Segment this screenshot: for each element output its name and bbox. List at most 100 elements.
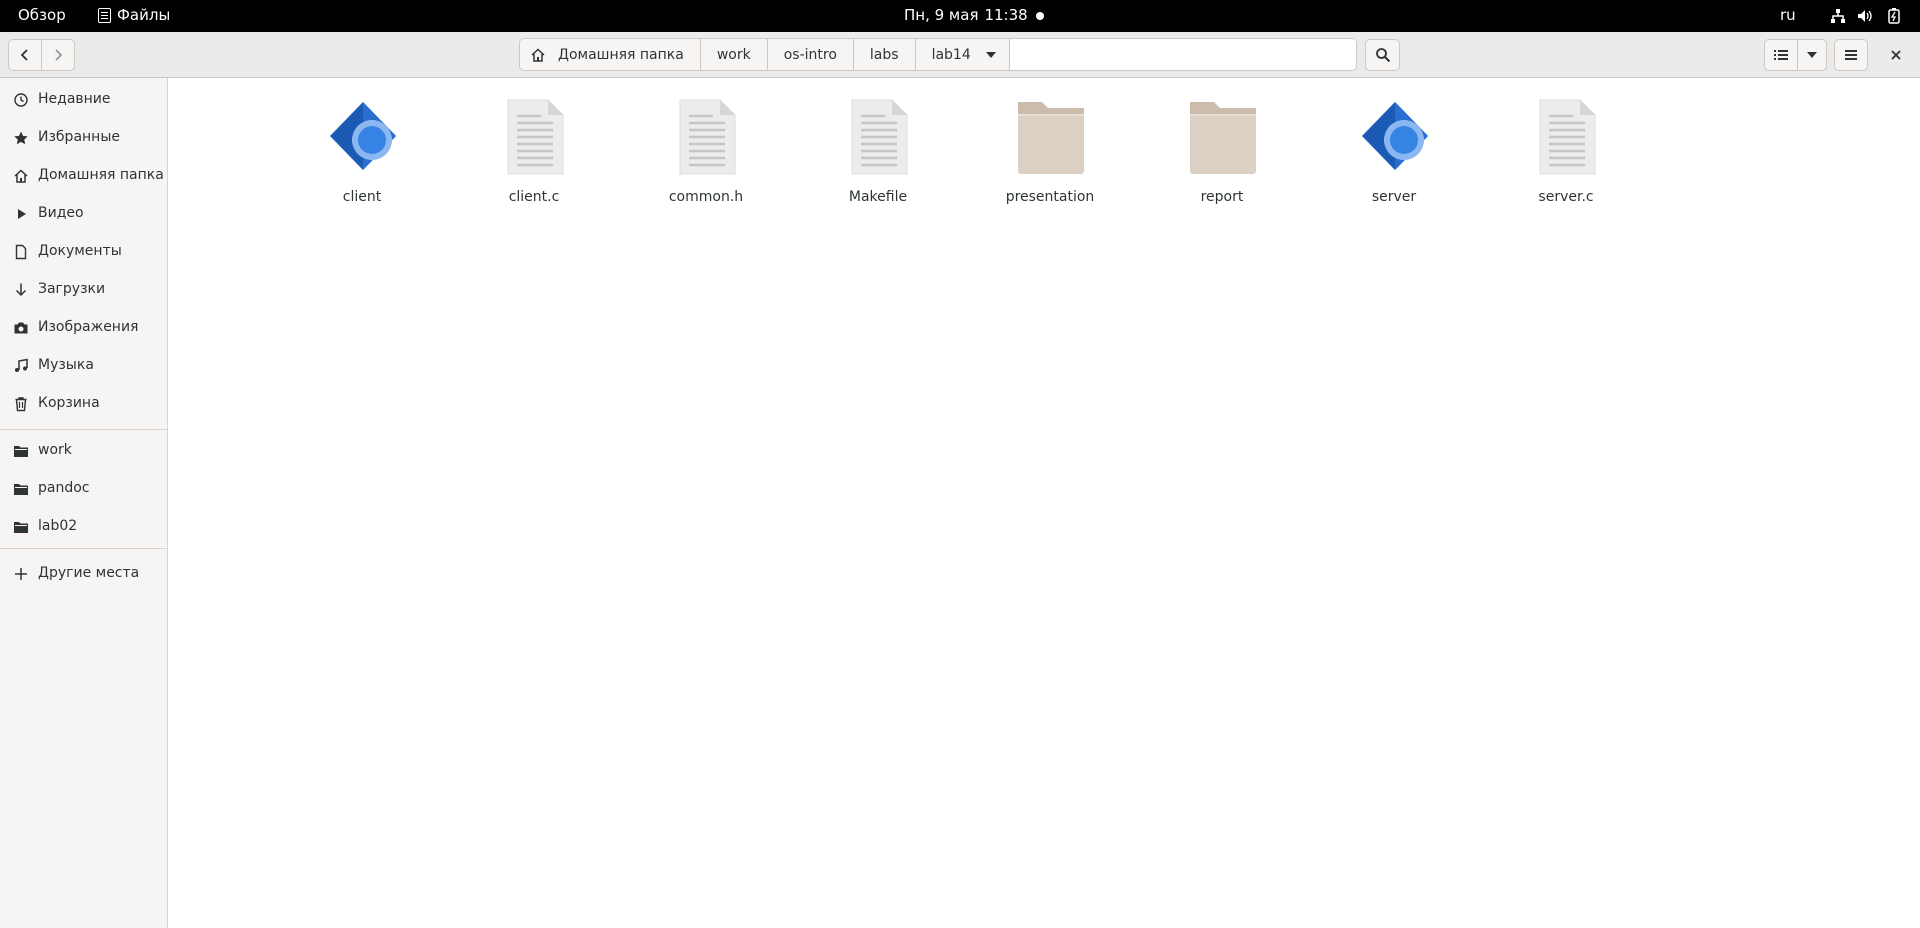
sidebar-item-label: Музыка bbox=[38, 357, 94, 373]
file-item-report[interactable]: report bbox=[1152, 96, 1292, 205]
folder-icon bbox=[13, 519, 29, 535]
sidebar-item-home[interactable]: Домашняя папка bbox=[0, 161, 168, 191]
folder-icon bbox=[1190, 102, 1256, 174]
sidebar-item-label: Другие места bbox=[38, 565, 140, 581]
path-segment-labs[interactable]: labs bbox=[853, 39, 916, 70]
volume-icon[interactable] bbox=[1857, 8, 1873, 28]
sidebar-item-trash[interactable]: Корзина bbox=[0, 389, 168, 419]
battery-icon[interactable] bbox=[1888, 8, 1900, 28]
sidebar-item-downloads[interactable]: Загрузки bbox=[0, 275, 168, 305]
sidebar-item-starred[interactable]: Избранные bbox=[0, 123, 168, 153]
folder-icon bbox=[13, 481, 29, 497]
path-segment-work[interactable]: work bbox=[700, 39, 768, 70]
clock-time: 11:38 bbox=[984, 6, 1028, 24]
file-grid[interactable]: client client.c common.h Makefile presen… bbox=[169, 78, 1920, 928]
files-app-icon bbox=[98, 7, 111, 23]
search-icon bbox=[1375, 48, 1390, 63]
path-bar-empty-area[interactable] bbox=[1009, 39, 1356, 70]
hamburger-icon bbox=[1845, 50, 1857, 60]
sidebar-bookmark-work[interactable]: work bbox=[0, 436, 168, 466]
sidebar-item-label: Корзина bbox=[38, 395, 100, 411]
file-item-server[interactable]: server bbox=[1324, 96, 1464, 205]
dropdown-arrow-icon bbox=[985, 51, 996, 58]
back-button[interactable] bbox=[8, 39, 42, 71]
file-item-server-c[interactable]: server.c bbox=[1496, 96, 1636, 205]
dropdown-arrow-icon bbox=[1807, 52, 1817, 58]
clock-icon bbox=[13, 92, 29, 108]
file-item-common-h[interactable]: common.h bbox=[636, 96, 776, 205]
sidebar-item-pictures[interactable]: Изображения bbox=[0, 313, 168, 343]
executable-icon bbox=[1362, 102, 1428, 170]
chevron-right-icon bbox=[55, 49, 63, 61]
sidebar-item-label: Домашняя папка bbox=[38, 167, 164, 183]
text-file-icon bbox=[851, 99, 908, 175]
sidebar-item-documents[interactable]: Документы bbox=[0, 237, 168, 267]
close-icon bbox=[1891, 50, 1901, 60]
sidebar-separator bbox=[0, 548, 168, 549]
camera-icon bbox=[13, 320, 29, 336]
home-icon bbox=[531, 47, 545, 62]
file-name: server bbox=[1371, 189, 1417, 205]
sidebar: Недавние Избранные Домашняя папка Видео … bbox=[0, 78, 168, 928]
text-file-icon bbox=[679, 99, 736, 175]
file-item-client-c[interactable]: client.c bbox=[464, 96, 604, 205]
home-icon bbox=[13, 168, 29, 184]
sidebar-bookmark-lab02[interactable]: lab02 bbox=[0, 512, 168, 542]
search-button[interactable] bbox=[1365, 39, 1400, 71]
sidebar-item-recent[interactable]: Недавние bbox=[0, 85, 168, 115]
sidebar-item-label: work bbox=[38, 442, 72, 458]
sidebar-item-label: Видео bbox=[38, 205, 84, 221]
file-name: common.h bbox=[668, 189, 744, 205]
main-menu-button[interactable] bbox=[1834, 39, 1868, 71]
file-name: server.c bbox=[1538, 189, 1594, 205]
download-icon bbox=[13, 282, 29, 298]
activities-button[interactable]: Обзор bbox=[18, 6, 66, 24]
path-bar: Домашняя папка work os-intro labs lab14 bbox=[519, 38, 1357, 71]
view-toggle-button[interactable] bbox=[1764, 39, 1798, 71]
clock-date: Пн, 9 мая bbox=[904, 6, 979, 24]
file-name: client.c bbox=[508, 189, 560, 205]
header-bar: Домашняя папка work os-intro labs lab14 bbox=[0, 32, 1920, 78]
path-segment-label: lab14 bbox=[931, 46, 971, 63]
sidebar-bookmark-pandoc[interactable]: pandoc bbox=[0, 474, 168, 504]
video-icon bbox=[13, 206, 29, 222]
file-item-client[interactable]: client bbox=[292, 96, 432, 205]
network-icon[interactable] bbox=[1830, 8, 1846, 28]
chevron-left-icon bbox=[20, 49, 28, 61]
app-menu[interactable]: Файлы bbox=[98, 6, 170, 24]
path-home[interactable]: Домашняя папка bbox=[520, 39, 701, 70]
file-item-presentation[interactable]: presentation bbox=[980, 96, 1120, 205]
sidebar-item-label: Изображения bbox=[38, 319, 139, 335]
sidebar-item-label: lab02 bbox=[38, 518, 78, 534]
app-name: Файлы bbox=[117, 6, 171, 24]
view-options-button[interactable] bbox=[1797, 39, 1827, 71]
sidebar-item-label: Избранные bbox=[38, 129, 120, 145]
text-file-icon bbox=[507, 99, 564, 175]
sidebar-item-other-locations[interactable]: Другие места bbox=[0, 559, 168, 589]
plus-icon bbox=[13, 566, 29, 582]
folder-icon bbox=[13, 443, 29, 459]
keyboard-layout[interactable]: ru bbox=[1780, 6, 1796, 24]
top-bar: Обзор Файлы Пн, 9 мая 11:38 ru bbox=[0, 0, 1920, 32]
folder-icon bbox=[1018, 102, 1084, 174]
path-segment-current[interactable]: lab14 bbox=[915, 39, 1010, 70]
executable-icon bbox=[330, 102, 396, 170]
path-segment-os-intro[interactable]: os-intro bbox=[767, 39, 854, 70]
clock[interactable]: Пн, 9 мая 11:38 bbox=[904, 6, 1028, 24]
file-item-makefile[interactable]: Makefile bbox=[808, 96, 948, 205]
file-name: client bbox=[342, 189, 382, 205]
sidebar-item-label: Загрузки bbox=[38, 281, 106, 297]
trash-icon bbox=[13, 396, 29, 412]
forward-button[interactable] bbox=[41, 39, 75, 71]
path-segment-label: Домашняя папка bbox=[558, 46, 684, 63]
file-name: presentation bbox=[1005, 189, 1095, 205]
notification-dot bbox=[1036, 12, 1044, 20]
sidebar-item-label: Недавние bbox=[38, 91, 111, 107]
file-name: Makefile bbox=[848, 189, 908, 205]
text-file-icon bbox=[1539, 99, 1596, 175]
star-icon bbox=[13, 130, 29, 146]
sidebar-item-music[interactable]: Музыка bbox=[0, 351, 168, 381]
music-icon bbox=[13, 358, 29, 374]
sidebar-item-videos[interactable]: Видео bbox=[0, 199, 168, 229]
close-window-button[interactable] bbox=[1880, 39, 1912, 71]
